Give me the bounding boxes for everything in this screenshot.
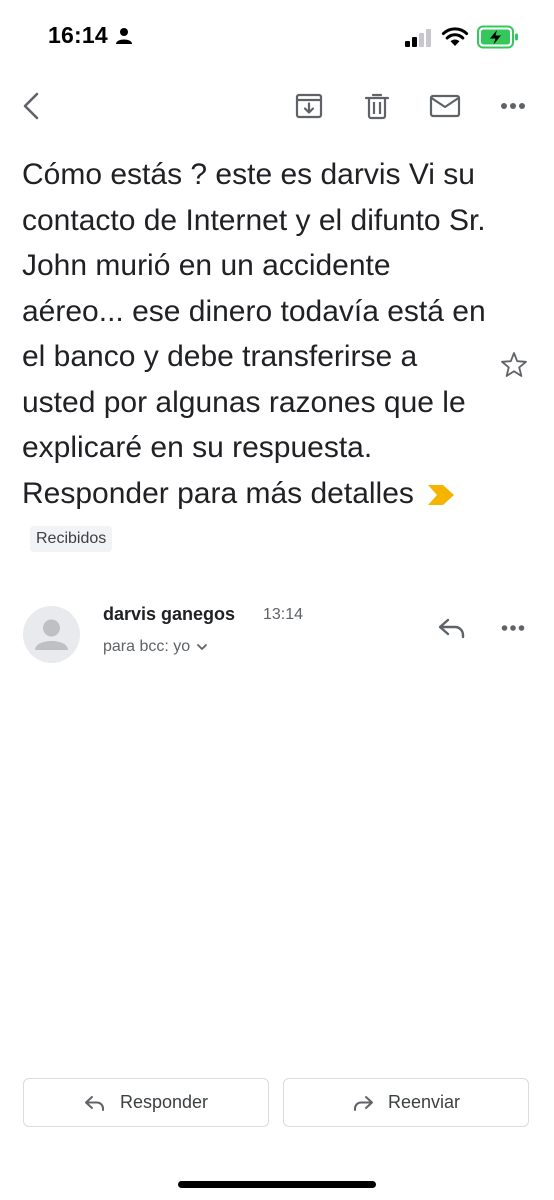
more-options-button[interactable] <box>489 78 537 134</box>
trash-icon <box>364 93 390 120</box>
status-time: 16:14 <box>48 22 108 48</box>
archive-button[interactable] <box>285 78 333 134</box>
reply-icon <box>84 1095 104 1111</box>
reply-button[interactable]: Responder <box>23 1078 269 1127</box>
importance-marker-icon[interactable] <box>427 484 454 505</box>
reply-icon <box>438 618 465 639</box>
email-subject: Cómo estás ? este es darvis Vi su contac… <box>22 152 492 562</box>
wifi-icon <box>441 27 469 46</box>
back-arrow-icon <box>23 92 39 120</box>
person-icon <box>116 28 132 44</box>
archive-icon <box>295 93 323 119</box>
forward-icon <box>353 1095 373 1111</box>
recipient-text: para bcc: yo <box>103 638 191 655</box>
cellular-signal-icon <box>405 29 431 47</box>
forward-button-label: Reenviar <box>387 1092 461 1112</box>
reply-button-label: Responder <box>119 1092 209 1112</box>
sender-row[interactable]: darvis ganegos 13:14 para bcc: yo <box>0 598 554 678</box>
star-icon <box>501 352 527 377</box>
more-horizontal-icon <box>501 625 525 631</box>
default-avatar-icon <box>35 619 68 650</box>
email-screen: 16:14 Cómo estás ? este es darvis Vi su … <box>0 0 554 1200</box>
subject-text: Cómo estás ? este es darvis Vi su contac… <box>22 158 486 510</box>
mail-icon <box>429 94 461 118</box>
message-toolbar <box>0 78 554 138</box>
home-indicator[interactable] <box>178 1181 376 1188</box>
star-button[interactable] <box>497 348 531 382</box>
recipient-details-toggle[interactable]: para bcc: yo <box>103 638 208 656</box>
sender-name: darvis ganegos <box>103 604 236 624</box>
subject-area: Cómo estás ? este es darvis Vi su contac… <box>22 152 492 562</box>
message-more-button[interactable] <box>491 606 535 650</box>
forward-button[interactable]: Reenviar <box>283 1078 529 1127</box>
chevron-down-icon <box>197 644 208 650</box>
battery-charging-icon <box>477 25 518 49</box>
status-bar: 16:14 <box>0 0 554 74</box>
mark-unread-button[interactable] <box>421 78 469 134</box>
back-button[interactable] <box>8 78 56 134</box>
delete-button[interactable] <box>353 78 401 134</box>
more-horizontal-icon <box>501 103 525 109</box>
avatar[interactable] <box>23 606 80 663</box>
label-chip-inbox[interactable]: Recibidos <box>30 526 113 552</box>
message-time: 13:14 <box>263 606 304 623</box>
reply-icon-button[interactable] <box>430 606 474 650</box>
